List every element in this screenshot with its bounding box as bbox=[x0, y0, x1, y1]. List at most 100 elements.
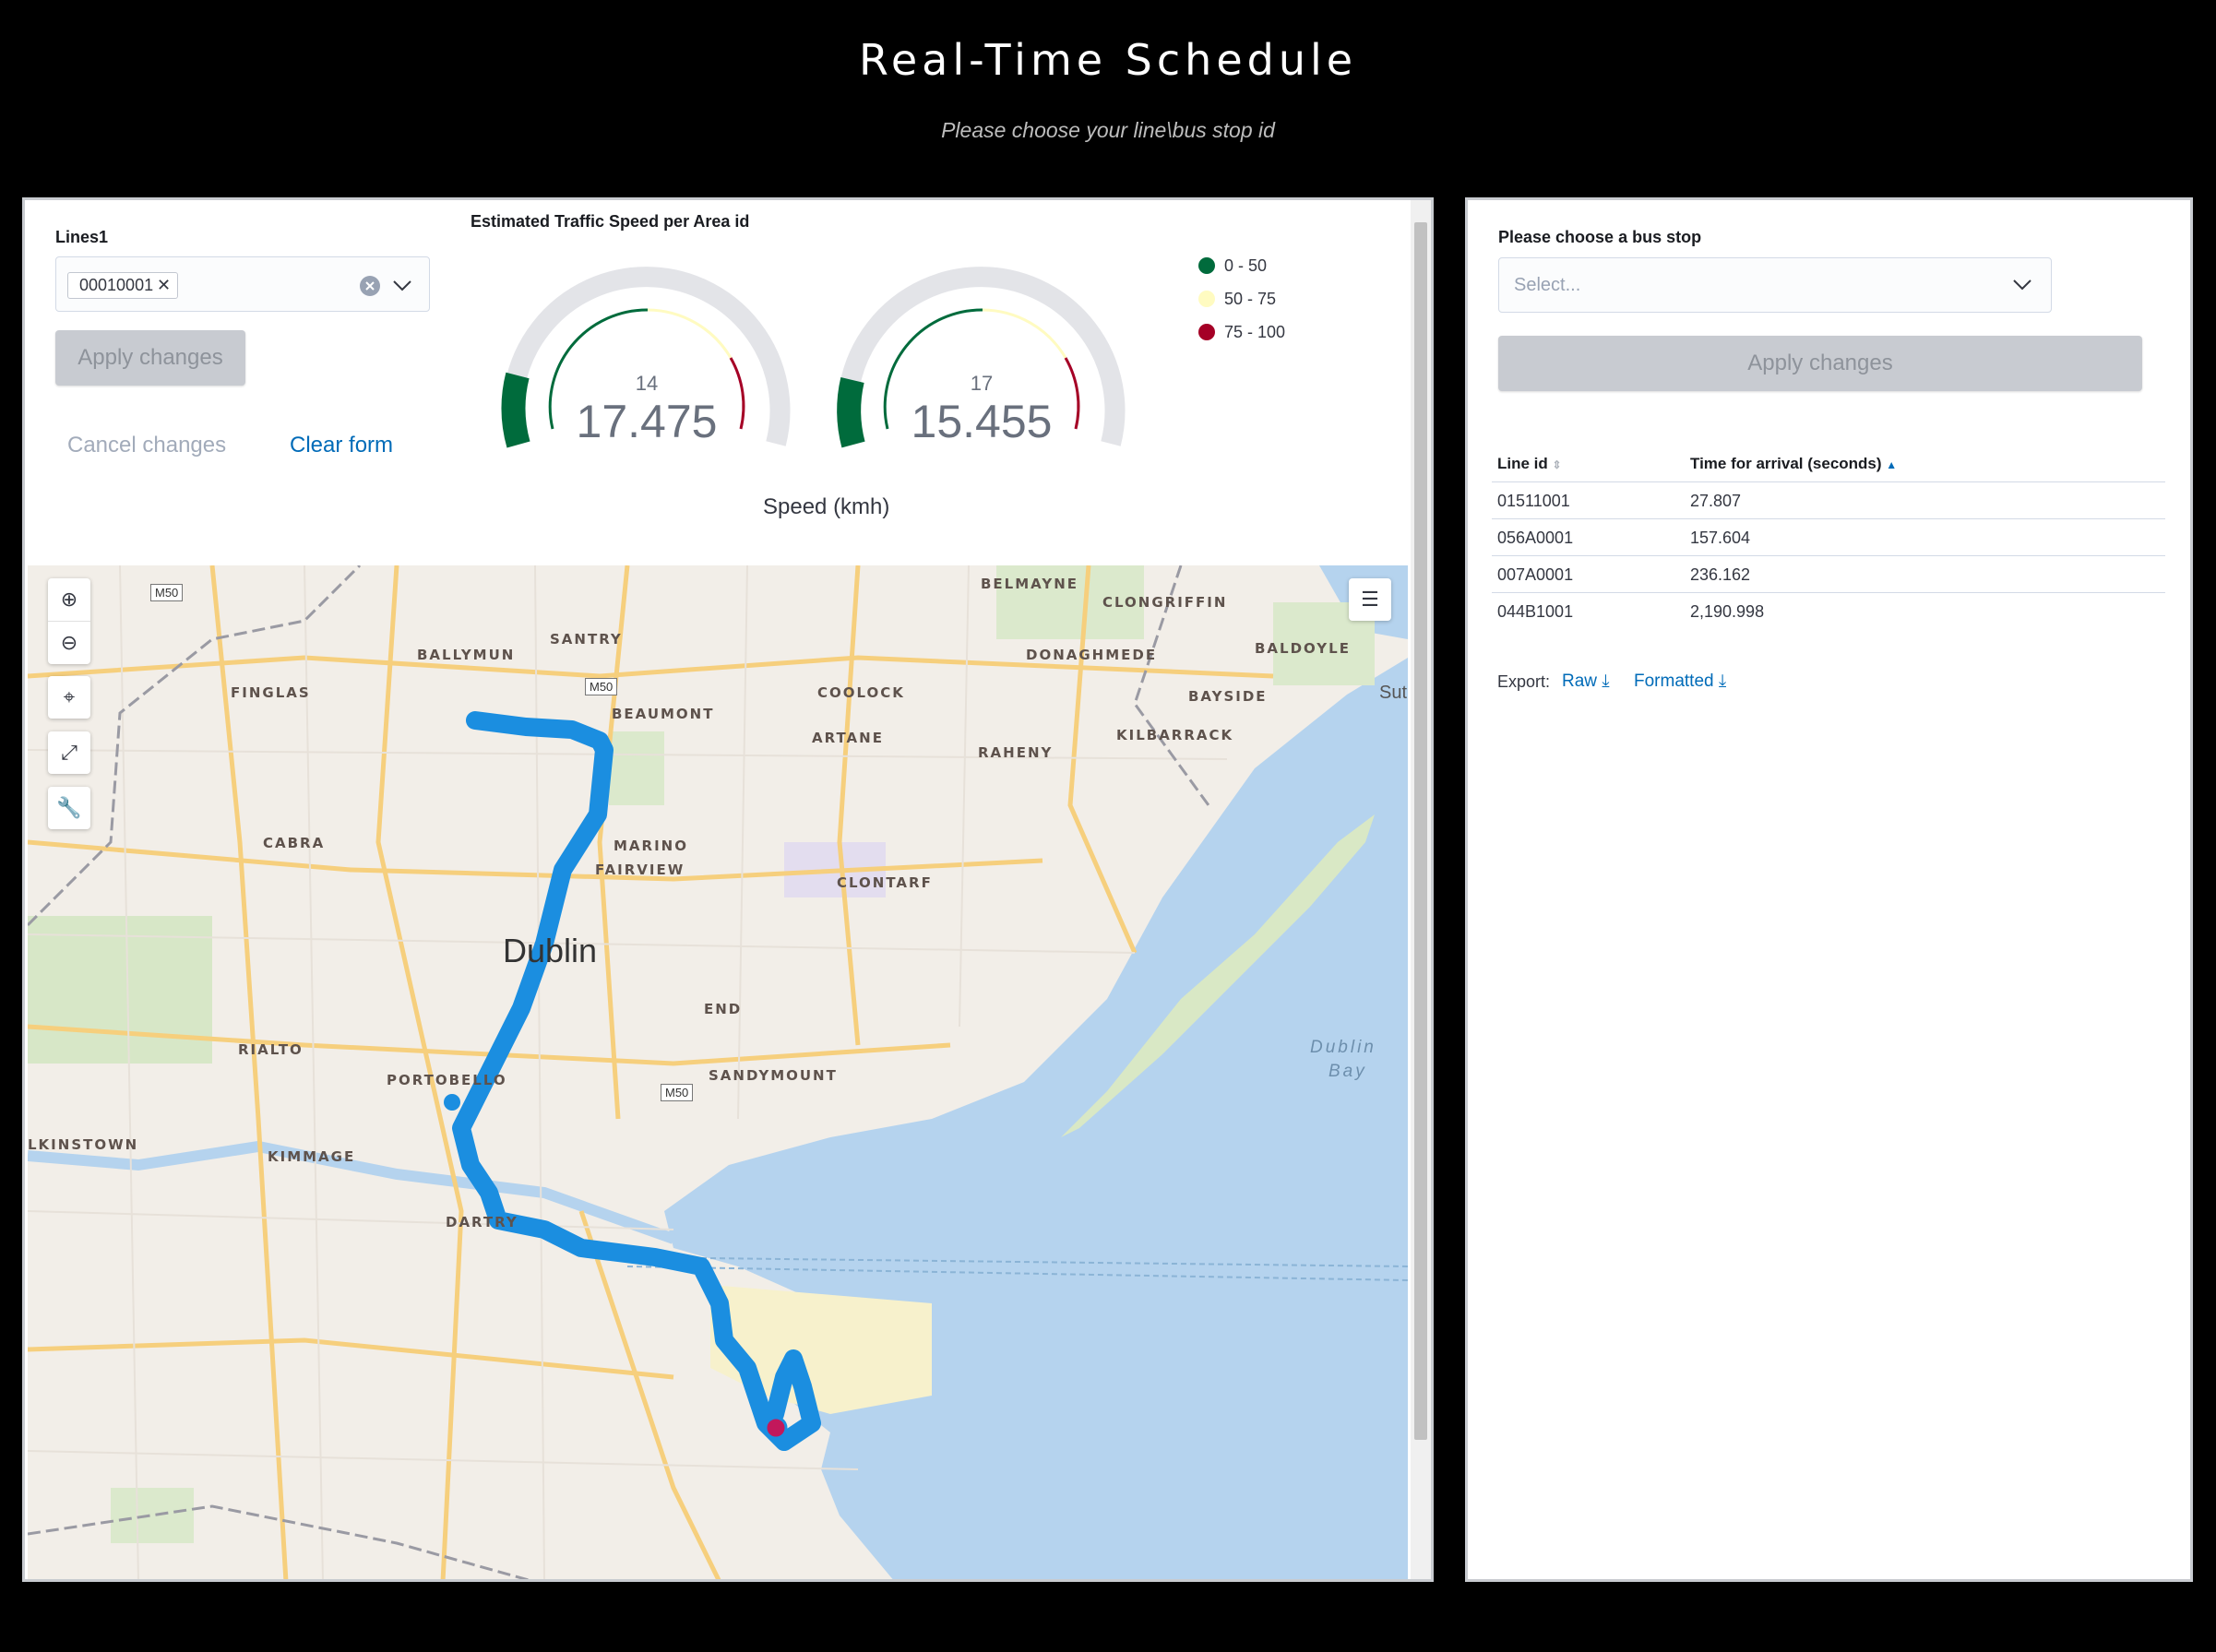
clear-form-link[interactable]: Clear form bbox=[290, 433, 393, 458]
table-row[interactable]: 044B1001 2,190.998 bbox=[1492, 592, 2165, 629]
place-label: BELMAYNE bbox=[981, 576, 1078, 592]
place-label: Sut bbox=[1379, 683, 1408, 703]
lines-label: Lines1 bbox=[55, 228, 109, 246]
column-header-line-id-text: Line id bbox=[1497, 455, 1548, 472]
place-label: FINGLAS bbox=[231, 684, 311, 701]
gauge-chart-area-17: 17 15.455 bbox=[837, 267, 1126, 448]
cell-time: 27.807 bbox=[1690, 492, 1742, 510]
panel-scrollbar[interactable] bbox=[1411, 200, 1431, 1579]
zoom-controls: ⊕ ⊖ bbox=[48, 578, 90, 664]
gauge-area-id-17: 17 bbox=[971, 372, 993, 395]
gauges-title: Estimated Traffic Speed per Area id bbox=[471, 212, 750, 231]
cell-time: 157.604 bbox=[1690, 529, 1751, 547]
right-panel: Please choose a bus stop Select... Apply… bbox=[1465, 197, 2193, 1582]
road-shield: M50 bbox=[585, 678, 618, 695]
legend-item-50-75[interactable]: 50 - 75 bbox=[1198, 290, 1276, 309]
place-label: RAHENY bbox=[978, 744, 1054, 761]
cancel-changes-button[interactable]: Cancel changes bbox=[67, 433, 226, 458]
cell-time: 2,190.998 bbox=[1690, 602, 1765, 621]
city-label: Dublin bbox=[503, 932, 598, 969]
place-label: RIALTO bbox=[238, 1041, 304, 1058]
place-label: KILBARRACK bbox=[1116, 727, 1234, 743]
place-label: LKINSTOWN bbox=[28, 1136, 139, 1153]
table-row[interactable]: 01511001 27.807 bbox=[1492, 481, 2165, 518]
place-label: KIMMAGE bbox=[268, 1148, 356, 1165]
legend-item-75-100[interactable]: 75 - 100 bbox=[1198, 323, 1285, 342]
place-label: PORTOBELLO bbox=[387, 1072, 507, 1088]
legend-dot-yellow bbox=[1198, 291, 1215, 307]
place-label: BALDOYLE bbox=[1255, 640, 1351, 657]
zoom-in-icon[interactable]: ⊕ bbox=[48, 578, 90, 621]
legend-label: 75 - 100 bbox=[1224, 323, 1286, 341]
gauge-axis-label: Speed (kmh) bbox=[763, 494, 890, 519]
export-raw-text: Raw bbox=[1562, 671, 1598, 691]
place-label: FAIRVIEW bbox=[595, 862, 685, 878]
place-label: CLONGRIFFIN bbox=[1102, 594, 1228, 611]
place-label: COOLOCK bbox=[817, 684, 905, 701]
road-shield: M50 bbox=[150, 584, 184, 601]
place-label: BAYSIDE bbox=[1188, 688, 1268, 705]
apply-changes-button-right[interactable]: Apply changes bbox=[1498, 336, 2142, 391]
bus-stop-label: Please choose a bus stop bbox=[1498, 228, 1702, 246]
place-label: SANDYMOUNT bbox=[709, 1067, 838, 1084]
export-raw-link[interactable]: Raw ⤓ bbox=[1562, 671, 1610, 692]
bus-stop-placeholder: Select... bbox=[1514, 275, 1581, 295]
gauge-value-14: 17.475 bbox=[577, 396, 718, 447]
wrench-icon[interactable]: 🔧 bbox=[48, 787, 90, 829]
tools-control: 🔧 bbox=[48, 787, 90, 829]
crosshair-icon[interactable]: ⌖ bbox=[48, 676, 90, 719]
place-label: CABRA bbox=[263, 835, 326, 851]
chevron-down-icon[interactable] bbox=[392, 278, 412, 294]
chevron-down-icon[interactable] bbox=[2012, 277, 2032, 293]
place-label: SANTRY bbox=[550, 631, 623, 648]
legend-label: 50 - 75 bbox=[1224, 290, 1277, 308]
column-header-line-id[interactable]: Line id ⇕ bbox=[1497, 455, 1562, 473]
locate-control: ⌖ bbox=[48, 676, 90, 719]
gauge-area-id-14: 14 bbox=[636, 372, 658, 395]
cell-line-id: 056A0001 bbox=[1497, 529, 1574, 547]
remove-chip-icon[interactable]: ✕ bbox=[157, 273, 171, 298]
download-icon: ⤓ bbox=[1602, 671, 1610, 691]
place-label: DARTRY bbox=[446, 1214, 518, 1230]
layer-menu-icon[interactable]: ☰ bbox=[1349, 578, 1391, 621]
clear-icon[interactable] bbox=[359, 275, 381, 297]
place-label: ARTANE bbox=[812, 730, 884, 746]
place-label: CLONTARF bbox=[837, 874, 933, 891]
legend-dot-green bbox=[1198, 257, 1215, 274]
apply-changes-button[interactable]: Apply changes bbox=[55, 330, 245, 386]
export-formatted-text: Formatted bbox=[1634, 671, 1714, 691]
bay-label: Dublin bbox=[1310, 1038, 1376, 1057]
place-label: END bbox=[704, 1001, 743, 1017]
road-shield: M50 bbox=[661, 1084, 694, 1101]
legend-item-0-50[interactable]: 0 - 50 bbox=[1198, 256, 1267, 276]
export-formatted-link[interactable]: Formatted ⤓ bbox=[1634, 671, 1726, 692]
scrollbar-thumb[interactable] bbox=[1414, 222, 1427, 1440]
cell-line-id: 01511001 bbox=[1497, 492, 1570, 510]
place-label: DONAGHMEDE bbox=[1026, 647, 1158, 663]
table-row[interactable]: 056A0001 157.604 bbox=[1492, 518, 2165, 555]
left-panel: Lines1 00010001 ✕ Apply changes Cancel c… bbox=[22, 197, 1434, 1582]
page-title: Real-Time Schedule bbox=[858, 35, 1358, 85]
column-header-time-text: Time for arrival (seconds) bbox=[1690, 455, 1882, 472]
sort-icon[interactable]: ⇕ bbox=[1553, 458, 1562, 471]
cell-time: 236.162 bbox=[1690, 565, 1751, 584]
place-label: BALLYMUN bbox=[417, 647, 516, 663]
bus-stop-marker[interactable] bbox=[764, 1416, 788, 1440]
bay-label: Bay bbox=[1328, 1062, 1367, 1081]
column-header-time[interactable]: Time for arrival (seconds) ▲ bbox=[1690, 455, 1897, 473]
place-label: BEAUMONT bbox=[612, 706, 715, 722]
expand-icon[interactable]: ⤢ bbox=[48, 731, 90, 774]
cell-line-id: 044B1001 bbox=[1497, 602, 1574, 621]
legend-dot-red bbox=[1198, 324, 1215, 340]
lines-combobox[interactable]: 00010001 ✕ bbox=[55, 256, 430, 312]
cell-line-id: 007A0001 bbox=[1497, 565, 1574, 584]
zoom-out-icon[interactable]: ⊖ bbox=[48, 621, 90, 664]
bus-stop-select[interactable]: Select... bbox=[1498, 257, 2052, 313]
fullscreen-control: ⤢ bbox=[48, 731, 90, 774]
place-label: MARINO bbox=[614, 838, 688, 854]
selected-line-chip: 00010001 ✕ bbox=[67, 272, 179, 299]
map-view[interactable]: M50 M50 M50 BELMAYNE CLONGRIFFIN SANTRY … bbox=[28, 565, 1408, 1579]
legend-label: 0 - 50 bbox=[1224, 256, 1268, 275]
sort-ascending-icon[interactable]: ▲ bbox=[1886, 458, 1897, 471]
table-row[interactable]: 007A0001 236.162 bbox=[1492, 555, 2165, 592]
